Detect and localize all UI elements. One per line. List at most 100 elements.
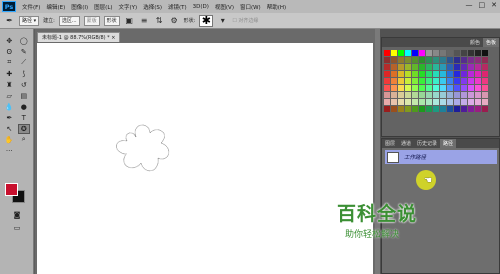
- color-swatch[interactable]: [468, 64, 474, 70]
- color-swatch[interactable]: [419, 78, 425, 84]
- color-swatch[interactable]: [405, 92, 411, 98]
- color-swatch[interactable]: [426, 106, 432, 112]
- color-swatch[interactable]: [440, 85, 446, 91]
- clone-stamp-icon[interactable]: ♜: [3, 80, 15, 90]
- tab-layers[interactable]: 图层: [382, 139, 398, 148]
- tab-paths[interactable]: 路径: [440, 139, 457, 148]
- color-swatch[interactable]: [426, 92, 432, 98]
- color-swatch[interactable]: [426, 78, 432, 84]
- color-swatch[interactable]: [412, 50, 418, 56]
- menu-view[interactable]: 视图(V): [215, 3, 234, 11]
- menu-3d[interactable]: 3D(D): [193, 4, 209, 10]
- color-swatch[interactable]: [398, 78, 404, 84]
- color-swatch[interactable]: [433, 64, 439, 70]
- color-swatch[interactable]: [426, 71, 432, 77]
- color-swatch[interactable]: [454, 64, 460, 70]
- color-swatch[interactable]: [405, 99, 411, 105]
- color-swatch[interactable]: [461, 50, 467, 56]
- color-swatch[interactable]: [454, 57, 460, 63]
- color-swatch[interactable]: [384, 57, 390, 63]
- color-swatch[interactable]: [419, 92, 425, 98]
- color-swatch[interactable]: [398, 71, 404, 77]
- color-swatch[interactable]: [440, 99, 446, 105]
- color-swatch[interactable]: [440, 50, 446, 56]
- color-swatch[interactable]: [454, 99, 460, 105]
- color-swatch[interactable]: [475, 64, 481, 70]
- color-swatch[interactable]: [475, 85, 481, 91]
- menu-select[interactable]: 选择(S): [143, 3, 162, 11]
- color-swatch[interactable]: [447, 64, 453, 70]
- color-swatch[interactable]: [440, 78, 446, 84]
- color-swatch[interactable]: [461, 106, 467, 112]
- color-swatch[interactable]: [482, 99, 488, 105]
- color-swatch[interactable]: [412, 99, 418, 105]
- quick-select-tool-icon[interactable]: ✎: [18, 47, 30, 57]
- color-swatch[interactable]: [482, 71, 488, 77]
- color-swatch[interactable]: [454, 92, 460, 98]
- mask-button[interactable]: 蒙版: [83, 15, 100, 26]
- color-swatch[interactable]: [426, 85, 432, 91]
- color-swatch[interactable]: [468, 57, 474, 63]
- color-swatch[interactable]: [461, 78, 467, 84]
- blur-tool-icon[interactable]: 💧: [3, 102, 15, 112]
- menu-edit[interactable]: 编辑(E): [46, 3, 65, 11]
- color-swatch[interactable]: [447, 57, 453, 63]
- menu-window[interactable]: 窗口(W): [240, 3, 261, 11]
- color-swatch[interactable]: [440, 57, 446, 63]
- foreground-color-swatch[interactable]: [5, 183, 18, 196]
- color-swatch[interactable]: [468, 85, 474, 91]
- color-swatch[interactable]: [412, 92, 418, 98]
- color-swatch[interactable]: [398, 106, 404, 112]
- color-swatch[interactable]: [426, 99, 432, 105]
- color-swatch[interactable]: [447, 92, 453, 98]
- color-swatch[interactable]: [391, 50, 397, 56]
- color-swatch[interactable]: [419, 85, 425, 91]
- color-swatch[interactable]: [419, 106, 425, 112]
- color-swatch[interactable]: [398, 92, 404, 98]
- color-swatch[interactable]: [433, 57, 439, 63]
- color-swatch[interactable]: [405, 85, 411, 91]
- color-swatch[interactable]: [405, 64, 411, 70]
- close-icon[interactable]: ✕: [491, 1, 497, 9]
- menu-layer[interactable]: 图层(L): [94, 3, 112, 11]
- color-swatch[interactable]: [482, 92, 488, 98]
- color-swatch[interactable]: [433, 106, 439, 112]
- path-selection-icon[interactable]: ↖: [3, 124, 15, 134]
- custom-shape-tool-icon[interactable]: ✪: [17, 123, 30, 134]
- tab-color[interactable]: 颜色: [467, 38, 483, 47]
- color-swatch[interactable]: [433, 71, 439, 77]
- color-swatch[interactable]: [454, 78, 460, 84]
- color-swatch[interactable]: [447, 78, 453, 84]
- color-swatch[interactable]: [391, 99, 397, 105]
- color-swatch[interactable]: [391, 92, 397, 98]
- color-swatch[interactable]: [461, 85, 467, 91]
- tab-channels[interactable]: 通道: [398, 139, 414, 148]
- dodge-tool-icon[interactable]: ●: [18, 102, 30, 112]
- document-tab[interactable]: 未标题-1 @ 88.7%(RGB/8) * ×: [37, 32, 121, 42]
- color-swatch[interactable]: [482, 106, 488, 112]
- custom-shape-picker[interactable]: ✱: [199, 14, 214, 27]
- color-swatch[interactable]: [440, 92, 446, 98]
- mode-select[interactable]: 路径 ▾: [19, 15, 40, 26]
- color-swatch[interactable]: [384, 106, 390, 112]
- color-swatch[interactable]: [475, 78, 481, 84]
- color-swatch[interactable]: [412, 85, 418, 91]
- color-swatch[interactable]: [398, 50, 404, 56]
- color-swatch[interactable]: [454, 71, 460, 77]
- color-swatch[interactable]: [447, 106, 453, 112]
- color-swatch[interactable]: [468, 92, 474, 98]
- color-swatch[interactable]: [412, 71, 418, 77]
- color-swatch[interactable]: [384, 71, 390, 77]
- color-swatch[interactable]: [475, 106, 481, 112]
- color-swatch[interactable]: [384, 99, 390, 105]
- color-swatch[interactable]: [384, 50, 390, 56]
- color-swatch[interactable]: [433, 78, 439, 84]
- color-swatch[interactable]: [419, 64, 425, 70]
- color-swatch[interactable]: [461, 64, 467, 70]
- menu-file[interactable]: 文件(F): [22, 3, 40, 11]
- color-swatch[interactable]: [468, 71, 474, 77]
- color-swatch[interactable]: [433, 99, 439, 105]
- color-swatch[interactable]: [461, 71, 467, 77]
- color-swatch[interactable]: [482, 85, 488, 91]
- type-tool-icon[interactable]: T: [18, 113, 30, 123]
